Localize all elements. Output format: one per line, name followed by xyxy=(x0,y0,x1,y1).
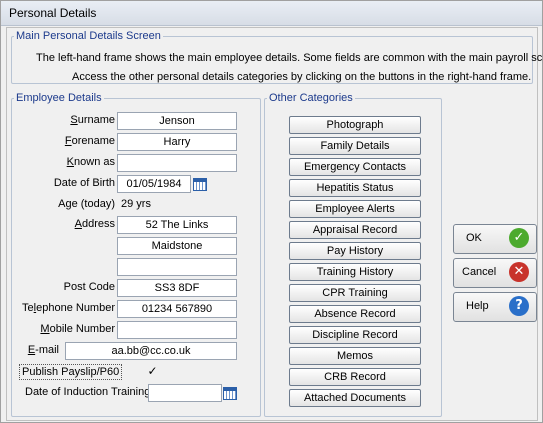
forename-label-text: orename xyxy=(71,135,115,147)
window-title: Personal Details xyxy=(9,6,97,20)
surname-label-text: urname xyxy=(77,114,115,126)
known-as-label-accel: K xyxy=(66,156,75,168)
forename-label: Forename xyxy=(47,135,115,147)
category-button-absence-record[interactable]: Absence Record xyxy=(289,305,421,323)
dob-label: Date of Birth xyxy=(53,177,115,189)
surname-label-accel: S xyxy=(70,114,78,126)
telephone-label-text: ephone Number xyxy=(36,302,115,314)
other-categories-legend: Other Categories xyxy=(269,92,353,104)
email-field[interactable]: aa.bb@cc.co.uk xyxy=(65,342,237,360)
category-button-photograph[interactable]: Photograph xyxy=(289,116,421,134)
category-button-appraisal-record[interactable]: Appraisal Record xyxy=(289,221,421,239)
telephone-field[interactable]: 01234 567890 xyxy=(117,300,237,318)
mobile-label-accel: M xyxy=(40,323,50,335)
age-value: 29 yrs xyxy=(121,198,151,210)
employee-details-legend: Employee Details xyxy=(16,92,102,104)
category-button-attached-documents[interactable]: Attached Documents xyxy=(289,389,421,407)
email-label: E-mail xyxy=(19,344,59,356)
personal-details-window: Personal Details Main Personal Details S… xyxy=(0,0,543,423)
mobile-label-text: obile Number xyxy=(49,323,115,335)
intro-line-2: Access the other personal details catego… xyxy=(72,71,532,83)
forename-label-accel: F xyxy=(64,135,72,147)
ok-button-label: OK xyxy=(466,232,482,244)
main-panel: Main Personal Details Screen The left-ha… xyxy=(6,27,543,421)
surname-field[interactable]: Jenson xyxy=(117,112,237,130)
forename-field[interactable]: Harry xyxy=(117,133,237,151)
title-bar: Personal Details xyxy=(1,1,542,26)
email-label-text: -mail xyxy=(35,344,59,356)
surname-label: Surname xyxy=(47,114,115,126)
ok-button[interactable]: OK ✓ xyxy=(453,224,537,254)
address-label-text: ddress xyxy=(81,218,115,230)
x-icon: ✕ xyxy=(509,262,529,282)
help-button[interactable]: Help ? xyxy=(453,292,537,322)
check-icon: ✓ xyxy=(509,228,529,248)
mobile-label: Mobile Number xyxy=(27,323,115,335)
question-icon: ? xyxy=(509,296,529,316)
help-button-label: Help xyxy=(466,300,489,312)
known-as-field[interactable] xyxy=(117,154,237,172)
telephone-label: Telephone Number xyxy=(11,302,115,314)
category-button-training-history[interactable]: Training History xyxy=(289,263,421,281)
address-label-accel: A xyxy=(74,218,82,230)
address-line-2-field[interactable]: Maidstone xyxy=(117,237,237,255)
dob-calendar-icon[interactable] xyxy=(193,178,207,191)
cancel-button-label: Cancel xyxy=(462,266,497,278)
intro-group: Main Personal Details Screen The left-ha… xyxy=(11,30,543,84)
induction-field[interactable] xyxy=(148,384,222,402)
category-button-memos[interactable]: Memos xyxy=(289,347,421,365)
category-button-cpr-training[interactable]: CPR Training xyxy=(289,284,421,302)
postcode-field[interactable]: SS3 8DF xyxy=(117,279,237,297)
category-button-employee-alerts[interactable]: Employee Alerts xyxy=(289,200,421,218)
mobile-field[interactable] xyxy=(117,321,237,339)
category-button-family-details[interactable]: Family Details xyxy=(289,137,421,155)
publish-payslip-label: Publish Payslip/P60 xyxy=(19,364,123,380)
age-label: Age (today) xyxy=(58,198,115,210)
address-line-1-field[interactable]: 52 The Links xyxy=(117,216,237,234)
cancel-button[interactable]: Cancel ✕ xyxy=(453,258,537,288)
intro-legend: Main Personal Details Screen xyxy=(16,30,161,42)
induction-label: Date of Induction Training xyxy=(25,386,151,398)
address-line-3-field[interactable] xyxy=(117,258,237,276)
category-button-pay-history[interactable]: Pay History xyxy=(289,242,421,260)
publish-payslip-checkbox[interactable]: ✓ xyxy=(147,365,158,377)
other-categories-group: Other Categories Photograph Family Detail… xyxy=(264,92,442,417)
intro-line-1: The left-hand frame shows the main emplo… xyxy=(36,52,543,64)
postcode-label: Post Code xyxy=(63,281,115,293)
dob-field[interactable]: 01/05/1984 xyxy=(117,175,191,193)
category-button-hepatitis-status[interactable]: Hepatitis Status xyxy=(289,179,421,197)
telephone-label-pre: Te xyxy=(22,302,34,314)
category-button-crb-record[interactable]: CRB Record xyxy=(289,368,421,386)
address-label: Address xyxy=(47,218,115,230)
category-button-discipline-record[interactable]: Discipline Record xyxy=(289,326,421,344)
induction-calendar-icon[interactable] xyxy=(223,387,237,400)
known-as-label: Known as xyxy=(47,156,115,168)
known-as-label-text: nown as xyxy=(74,156,115,168)
category-button-emergency-contacts[interactable]: Emergency Contacts xyxy=(289,158,421,176)
